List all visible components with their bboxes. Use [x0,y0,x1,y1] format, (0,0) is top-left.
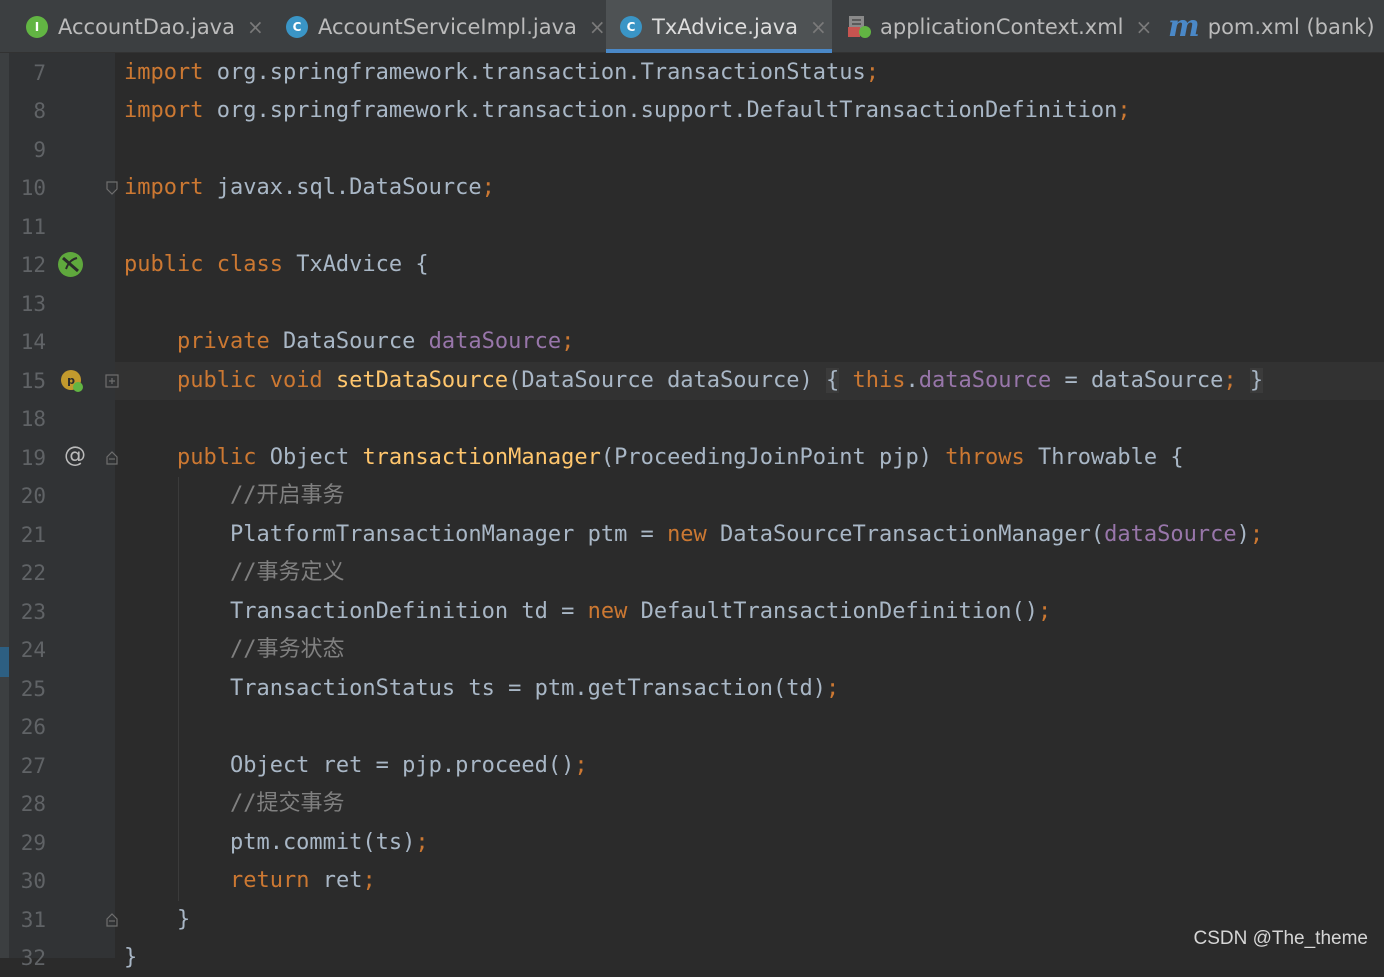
code-text: //提交事务 [229,791,345,816]
line-number: 25 [20,677,46,701]
code-line[interactable]: 28 //提交事务 [0,785,1384,823]
close-icon[interactable]: × [589,15,606,39]
code-text: ptm.commit(ts); [124,830,429,855]
line-number: 29 [20,831,46,855]
code-text: public Object transactionManager(Proceed… [176,445,1184,470]
line-number: 11 [20,215,46,239]
close-icon[interactable]: × [1136,15,1153,39]
line-number: 9 [33,138,46,162]
code-line[interactable]: 27 Object ret = pjp.proceed(); [0,747,1384,785]
override-annotation-icon[interactable]: @ [64,443,86,468]
maven-icon: m [1168,8,1200,44]
code-text: private DataSource dataSource; [176,329,575,354]
xml-file-icon [848,15,871,38]
tab-label: applicationContext.xml [880,14,1124,39]
line-number: 32 [20,946,46,970]
code-text: import org.springframework.transaction.s… [124,98,1131,123]
tab-applicationcontext[interactable]: applicationContext.xml × [834,0,1152,53]
line-number: 10 [20,176,46,200]
code-text: import javax.sql.DataSource; [124,175,495,200]
code-line[interactable]: 29 ptm.commit(ts); [0,824,1384,862]
code-text: public class TxAdvice { [124,252,429,277]
editor-tab-bar: I AccountDao.java × C AccountServiceImpl… [0,0,1384,53]
code-text: } [124,945,138,970]
interface-icon: I [26,15,48,38]
code-text: TransactionDefinition td = new DefaultTr… [124,599,1052,624]
code-text: PlatformTransactionManager ptm = new Dat… [124,522,1264,547]
line-number: 21 [20,523,46,547]
line-number: 12 [20,253,46,277]
line-number: 13 [20,292,46,316]
line-number: 22 [20,561,46,585]
line-number: 7 [33,61,46,85]
code-text: public void setDataSource(DataSource dat… [176,368,1264,393]
code-text: //事务定义 [229,560,345,585]
code-line[interactable]: 32 } [0,939,1384,977]
line-number: 8 [33,99,46,123]
line-number: 28 [20,792,46,816]
code-line[interactable]: 21 PlatformTransactionManager ptm = new … [0,516,1384,554]
property-setter-icon[interactable]: p [60,369,84,393]
code-line[interactable]: 7 import org.springframework.transaction… [0,54,1384,92]
spring-bean-icon[interactable] [57,251,84,278]
line-number: 19 [20,446,46,470]
tab-txadvice[interactable]: C TxAdvice.java × [606,0,832,53]
line-number: 27 [20,754,46,778]
line-number: 26 [20,715,46,739]
code-line[interactable]: 30 return ret; [0,862,1384,900]
code-text: TransactionStatus ts = ptm.getTransactio… [124,676,840,701]
code-line[interactable]: 19 @ public Object transactionManager(Pr… [0,439,1384,477]
fold-end-icon[interactable] [105,913,119,927]
tab-label: pom.xml (bank) [1207,14,1375,39]
code-line[interactable]: 11 [0,208,1384,246]
class-icon: C [620,15,642,38]
code-text: Object ret = pjp.proceed(); [124,753,588,778]
tab-label: TxAdvice.java [652,14,798,39]
line-number: 15 [20,369,46,393]
code-line[interactable]: 23 TransactionDefinition td = new Defaul… [0,593,1384,631]
tab-label: AccountDao.java [58,14,235,39]
tab-label: AccountServiceImpl.java [318,14,577,39]
fold-end-icon[interactable] [105,181,119,195]
code-line[interactable]: 18 [0,400,1384,438]
fold-expand-icon[interactable] [105,374,119,388]
code-line[interactable]: 24 //事务状态 [0,631,1384,669]
code-line-current[interactable]: 15 p public void setDataSource(DataSourc… [0,362,1384,400]
code-line[interactable]: 13 [0,285,1384,323]
line-number: 30 [20,869,46,893]
class-icon: C [286,15,308,38]
tab-accountserviceimpl[interactable]: C AccountServiceImpl.java × [274,0,606,53]
code-text: //事务状态 [229,637,345,662]
close-icon[interactable]: × [247,15,264,39]
line-number: 23 [20,600,46,624]
code-line[interactable]: 8 import org.springframework.transaction… [0,92,1384,130]
tab-pom-xml[interactable]: m pom.xml (bank) [1156,0,1384,53]
code-line[interactable]: 12 public class TxAdvice { [0,246,1384,284]
code-text: import org.springframework.transaction.T… [124,60,879,85]
code-text: return ret; [229,868,376,893]
line-number: 14 [20,330,46,354]
line-number: 20 [20,484,46,508]
line-number: 24 [20,638,46,662]
line-number: 18 [20,407,46,431]
line-number: 31 [20,908,46,932]
code-text: //开启事务 [229,483,345,508]
code-line[interactable]: 20 //开启事务 [0,477,1384,515]
code-text: } [124,907,191,932]
code-line[interactable]: 31 } [0,901,1384,939]
fold-collapse-icon[interactable] [105,451,119,465]
code-line[interactable]: 22 //事务定义 [0,554,1384,592]
code-line[interactable]: 14 private DataSource dataSource; [0,323,1384,361]
code-line[interactable]: 26 [0,708,1384,746]
close-icon[interactable]: × [810,15,827,39]
code-editor[interactable]: 7 import org.springframework.transaction… [0,53,1384,970]
code-line[interactable]: 10 import javax.sql.DataSource; [0,169,1384,207]
tab-accountdao[interactable]: I AccountDao.java × [12,0,274,53]
code-line[interactable]: 25 TransactionStatus ts = ptm.getTransac… [0,670,1384,708]
code-line[interactable]: 9 [0,131,1384,169]
watermark: CSDN @The_theme [1193,928,1368,949]
